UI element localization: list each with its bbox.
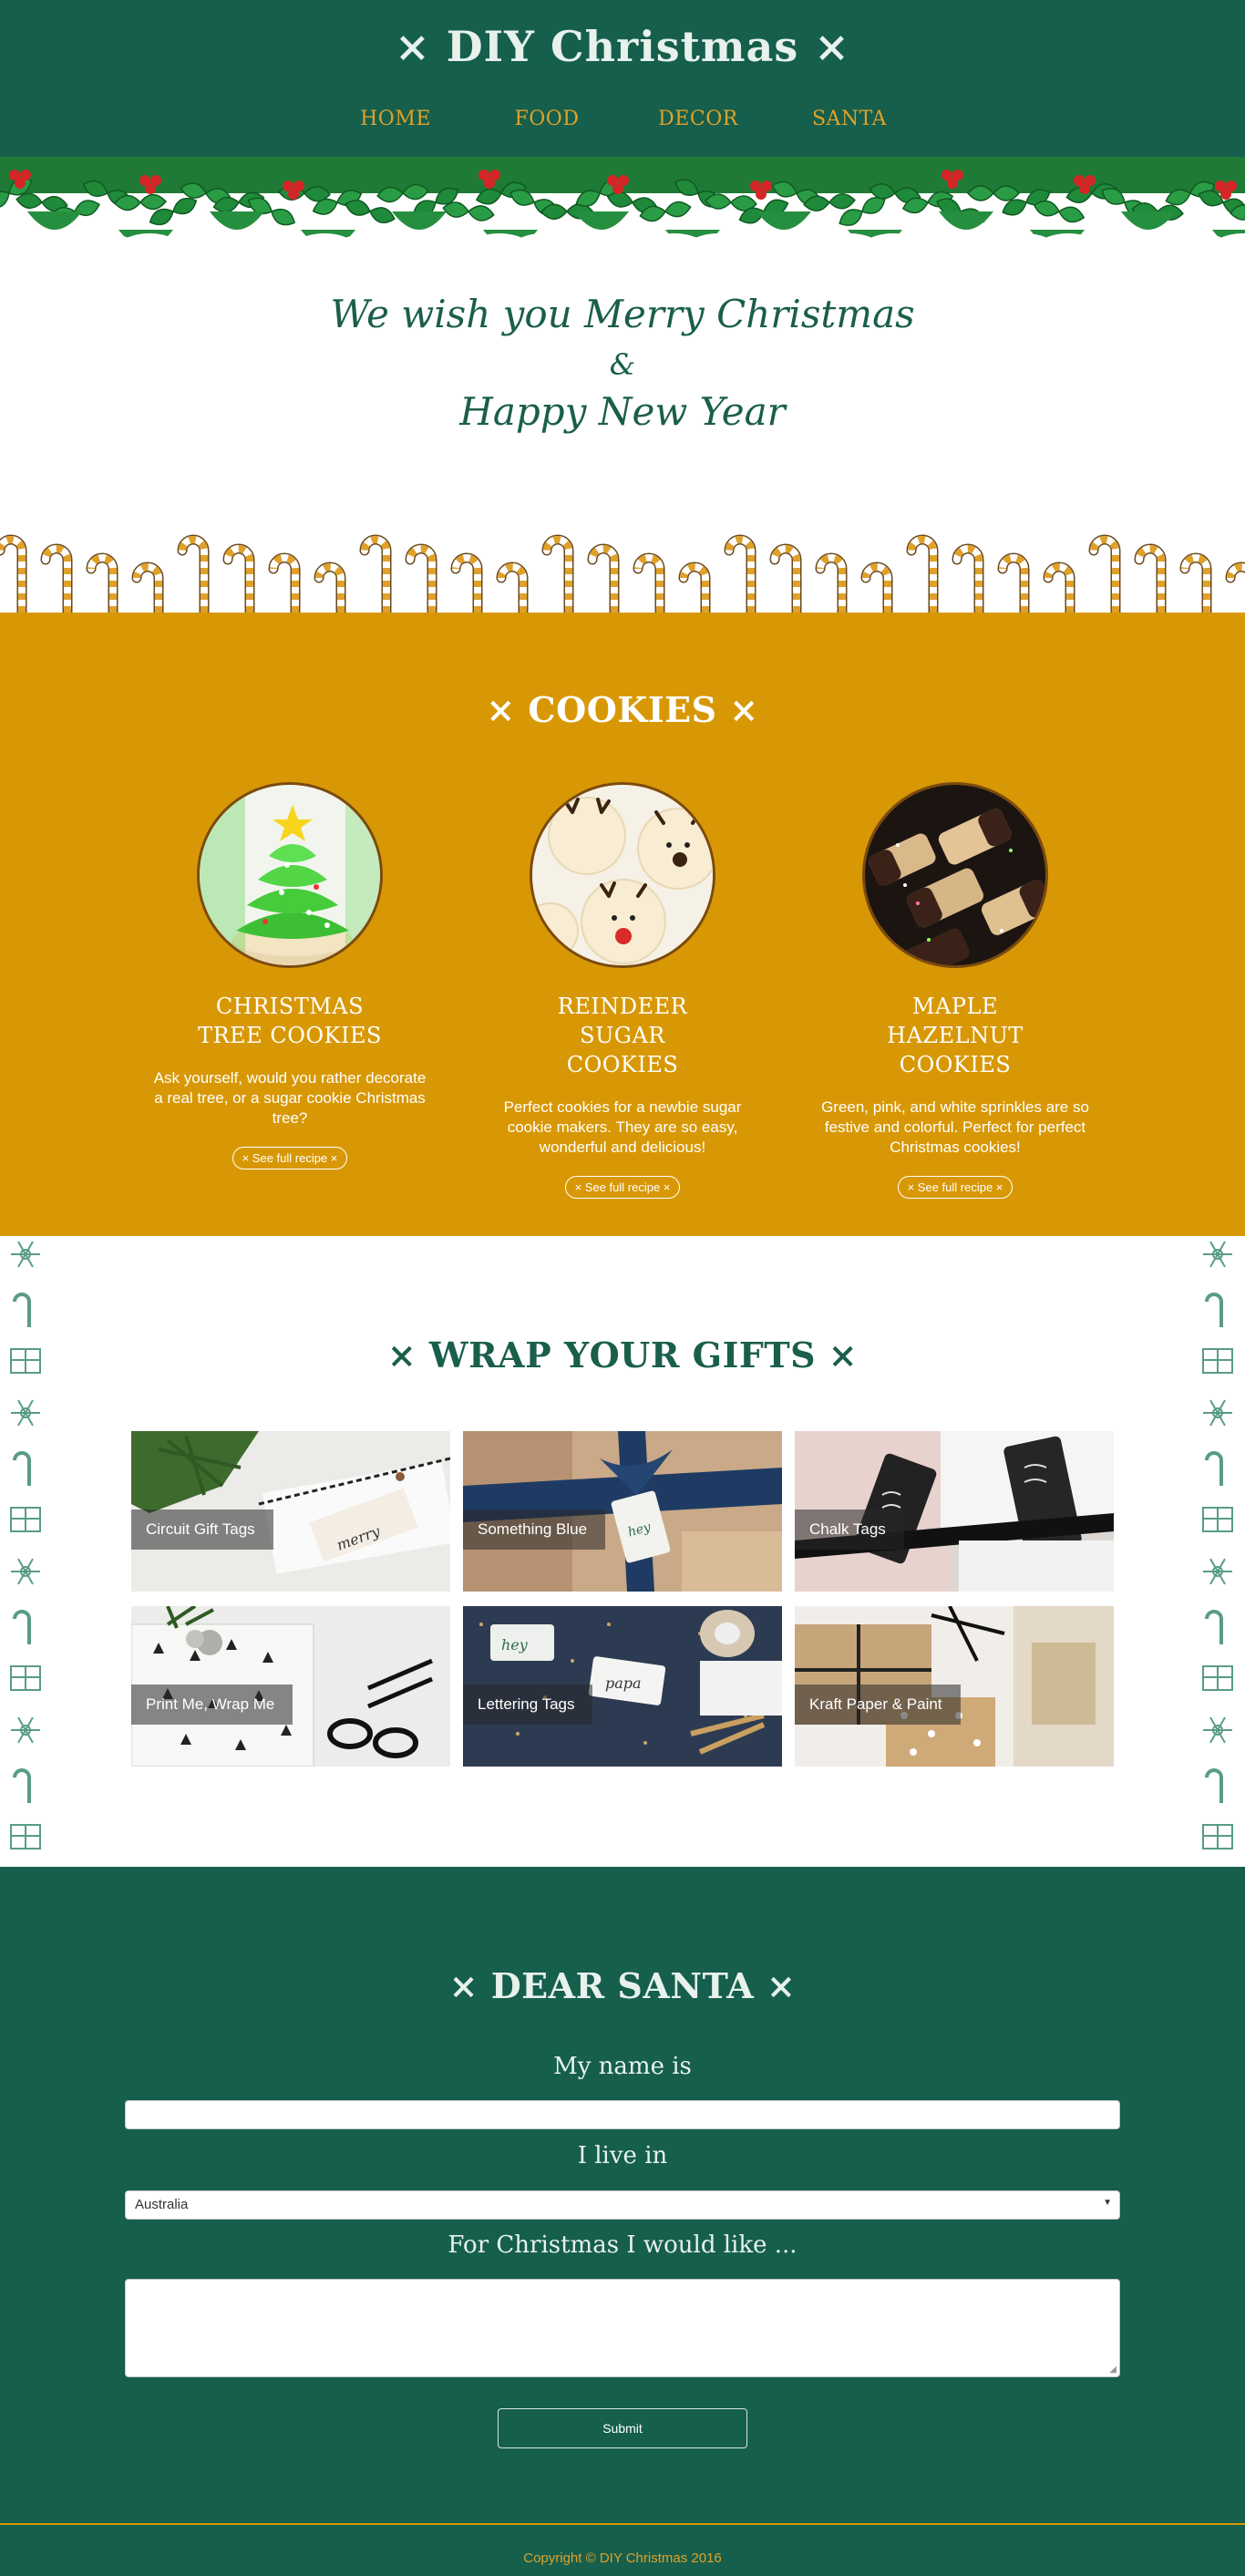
christmas-tree-cookie-image [197,782,383,968]
country-selected-value: Australia [135,2197,189,2212]
see-recipe-button[interactable]: × See full recipe × [232,1147,348,1170]
cookie-card-reindeer: REINDEER SUGAR COOKIES Perfect cookies f… [468,782,777,1199]
gift-tile-print-me[interactable]: Print Me, Wrap Me [131,1606,450,1767]
svg-text:hey: hey [501,1636,529,1654]
wrap-gifts-section: × WRAP YOUR GIFTS × merry Circuit Gift T… [0,1236,1245,1867]
wrap-gifts-title: × WRAP YOUR GIFTS × [386,1334,859,1376]
nav-home-link[interactable]: HOME [320,108,471,130]
name-input[interactable] [125,2100,1120,2129]
wish-textarea[interactable]: ◢ [125,2279,1120,2377]
wish-label: For Christmas I would like ... [448,2231,797,2259]
gift-tile-label: Lettering Tags [463,1685,593,1725]
gift-tile-something-blue[interactable]: hey Something Blue [463,1431,782,1592]
cookie-card-hazelnut: MAPLE HAZELNUT COOKIES Green, pink, and … [800,782,1110,1199]
cookie-name: MAPLE HAZELNUT COOKIES [887,994,1024,1077]
cookie-description: Ask yourself, would you rather decorate … [153,1069,427,1127]
cookie-card-tree: CHRISTMAS TREE COOKIES Ask yourself, wou… [135,782,445,1170]
merry-christmas-text: We wish you Merry Christmas [330,292,915,336]
gift-tile-label: Circuit Gift Tags [131,1510,273,1550]
name-label: My name is [553,2053,692,2080]
right-pattern-border [1202,1241,1233,1850]
dear-santa-section: × DEAR SANTA × My name is I live in Aust… [0,1867,1245,2523]
cookie-name: CHRISTMAS TREE COOKIES [198,994,382,1048]
gift-tile-circuit-tags[interactable]: merry Circuit Gift Tags [131,1431,450,1592]
ampersand-text: & [609,347,636,382]
svg-text:papa: papa [605,1674,642,1692]
gift-tile-kraft-paper[interactable]: Kraft Paper & Paint [795,1606,1114,1767]
cookies-section: × COOKIES × CHRISTMAS TREE COOKIES Ask y… [0,613,1245,1236]
country-select[interactable]: Australia ▼ [125,2190,1120,2220]
gift-tile-lettering-tags[interactable]: hey papa Lettering Tags [463,1606,782,1767]
left-pattern-border [10,1241,41,1850]
holly-border-illustration [0,157,1245,257]
gift-tile-label: Something Blue [463,1510,606,1550]
cookies-title: × COOKIES × [486,689,759,730]
see-recipe-button[interactable]: × See full recipe × [564,1176,681,1199]
welcome-message: We wish you Merry Christmas & Happy New … [0,292,1245,434]
gift-tiles-grid: merry Circuit Gift Tags hey Something Bl… [131,1431,1114,1767]
site-title: × DIY Christmas × [395,22,850,71]
submit-button[interactable]: Submit [498,2408,747,2448]
cookie-name: REINDEER SUGAR COOKIES [557,994,688,1077]
gift-tile-chalk-tags[interactable]: Chalk Tags [795,1431,1114,1592]
maple-hazelnut-cookie-image [862,782,1048,968]
cookie-description: Green, pink, and white sprinkles are so … [821,1098,1089,1156]
reindeer-cookie-image [530,782,715,968]
cookie-description: Perfect cookies for a newbie sugar cooki… [503,1098,742,1156]
see-recipe-button[interactable]: × See full recipe × [897,1176,1013,1199]
gift-tile-label: Print Me, Wrap Me [131,1685,293,1725]
gift-tile-label: Chalk Tags [795,1510,904,1550]
copyright-text: Copyright © DIY Christmas 2016 [523,2550,722,2566]
gift-tile-label: Kraft Paper & Paint [795,1685,961,1725]
main-nav: HOME FOOD DECOR SANTA [0,108,1245,130]
resize-handle-icon[interactable]: ◢ [1109,2365,1116,2375]
nav-food-link[interactable]: FOOD [471,108,622,130]
nav-santa-link[interactable]: SANTA [774,108,925,130]
country-label: I live in [577,2142,668,2169]
chevron-down-icon: ▼ [1103,2198,1112,2208]
site-header: × DIY Christmas × HOME FOOD DECOR SANTA [0,0,1245,157]
nav-decor-link[interactable]: DECOR [622,108,774,130]
candy-cane-border-illustration [0,534,1245,613]
dear-santa-title: × DEAR SANTA × [448,1965,797,2006]
happy-new-year-text: Happy New Year [459,389,786,434]
site-footer: Copyright © DIY Christmas 2016 [0,2523,1245,2576]
